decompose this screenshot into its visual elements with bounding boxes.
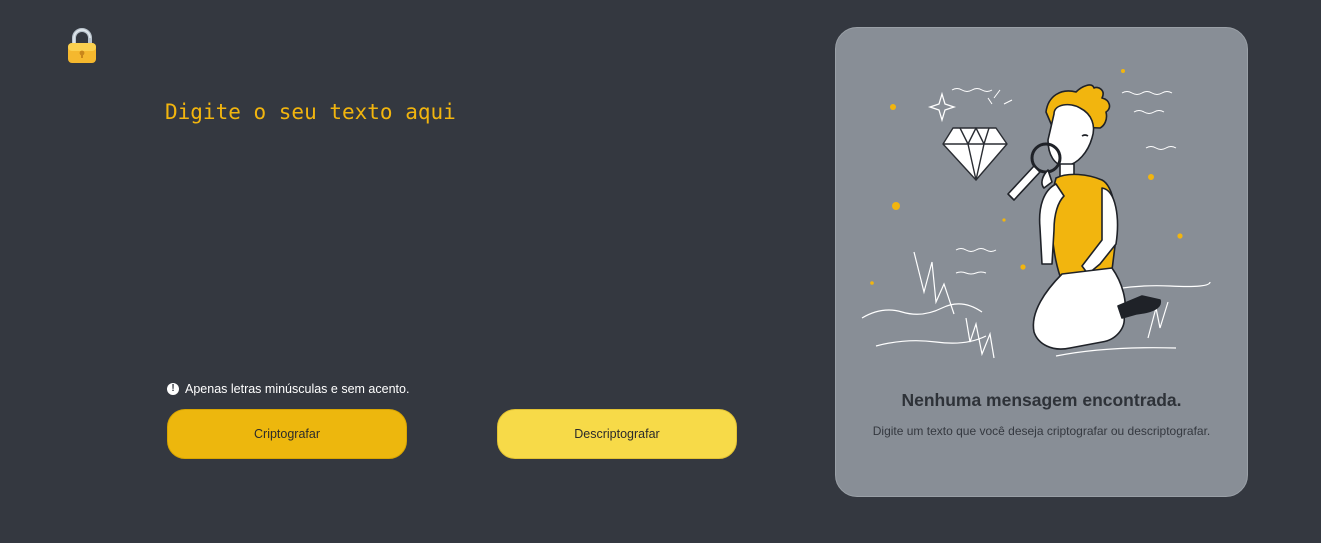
output-panel: Nenhuma mensagem encontrada. Digite um t…	[835, 27, 1248, 497]
lock-icon	[64, 26, 100, 66]
decrypt-button[interactable]: Descriptografar	[497, 409, 737, 459]
encrypt-button[interactable]: Criptografar	[167, 409, 407, 459]
message-input[interactable]	[165, 98, 745, 348]
input-hint: ! Apenas letras minúsculas e sem acento.	[167, 382, 409, 396]
person-magnifying-diamond-illustration	[861, 69, 1211, 359]
exclamation-circle-icon: !	[167, 383, 179, 395]
output-title: Nenhuma mensagem encontrada.	[901, 390, 1182, 410]
output-subtitle: Digite um texto que você deseja criptogr…	[872, 424, 1211, 438]
hint-text: Apenas letras minúsculas e sem acento.	[185, 382, 410, 396]
